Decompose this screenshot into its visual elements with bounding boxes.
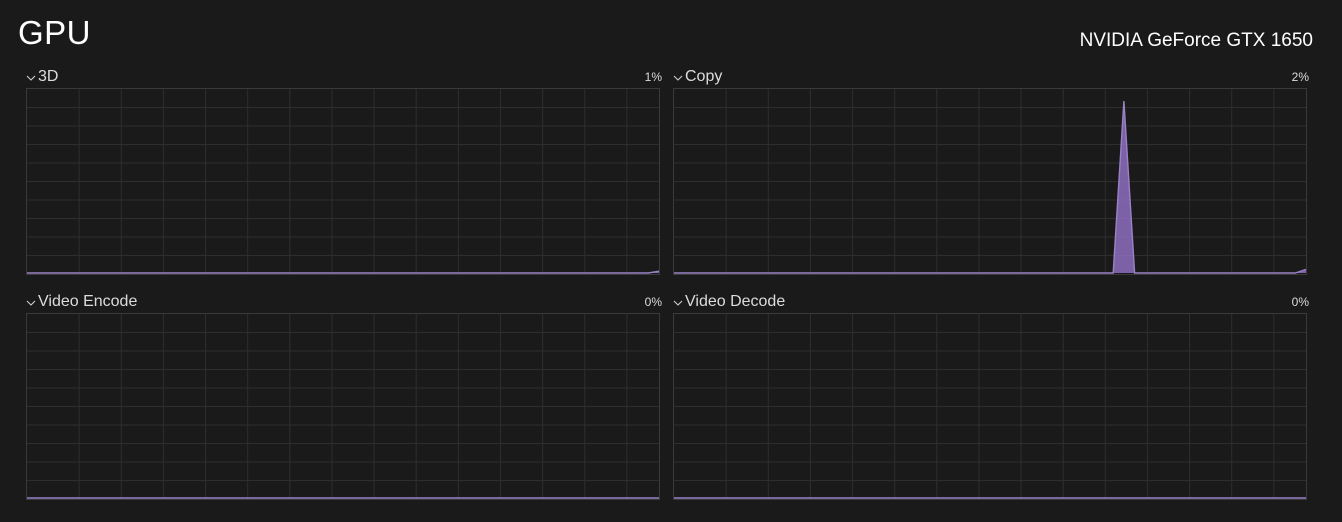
engine-panel-video-decode: Video Decode 0% bbox=[672, 293, 1309, 509]
chevron-down-icon[interactable] bbox=[26, 73, 36, 83]
engine-utilization-value: 0% bbox=[644, 295, 662, 309]
engine-utilization-graph bbox=[26, 313, 660, 500]
engine-panel-copy: Copy 2% bbox=[672, 68, 1309, 284]
utilization-graph-svg bbox=[674, 89, 1306, 274]
page-title: GPU bbox=[18, 14, 92, 51]
utilization-graph-svg bbox=[674, 314, 1306, 499]
graph-gridlines bbox=[674, 89, 1306, 274]
gpu-device-name: NVIDIA GeForce GTX 1650 bbox=[1079, 30, 1313, 51]
gpu-performance-view: GPU NVIDIA GeForce GTX 1650 3D 1% Copy 2… bbox=[0, 0, 1342, 522]
chevron-down-icon[interactable] bbox=[673, 298, 683, 308]
engine-label[interactable]: 3D bbox=[38, 68, 58, 86]
graph-gridlines bbox=[27, 314, 659, 499]
engine-panel-3d: 3D 1% bbox=[25, 68, 662, 284]
utilization-line bbox=[674, 101, 1306, 274]
engine-utilization-value: 0% bbox=[1291, 295, 1309, 309]
engine-label[interactable]: Video Decode bbox=[685, 293, 785, 311]
utilization-graph-svg bbox=[27, 89, 659, 274]
engine-utilization-value: 2% bbox=[1291, 70, 1309, 84]
engine-label[interactable]: Copy bbox=[685, 68, 722, 86]
graph-gridlines bbox=[674, 314, 1306, 499]
engine-label[interactable]: Video Encode bbox=[38, 293, 137, 311]
chevron-down-icon[interactable] bbox=[26, 298, 36, 308]
utilization-line bbox=[27, 270, 659, 274]
engine-panel-video-encode: Video Encode 0% bbox=[25, 293, 662, 509]
utilization-area bbox=[674, 101, 1306, 273]
graph-gridlines bbox=[27, 89, 659, 274]
engine-utilization-value: 1% bbox=[644, 70, 662, 84]
engine-utilization-graph bbox=[673, 313, 1307, 500]
utilization-graph-svg bbox=[27, 314, 659, 499]
engine-utilization-graph bbox=[673, 88, 1307, 275]
engine-utilization-graph bbox=[26, 88, 660, 275]
chevron-down-icon[interactable] bbox=[673, 73, 683, 83]
